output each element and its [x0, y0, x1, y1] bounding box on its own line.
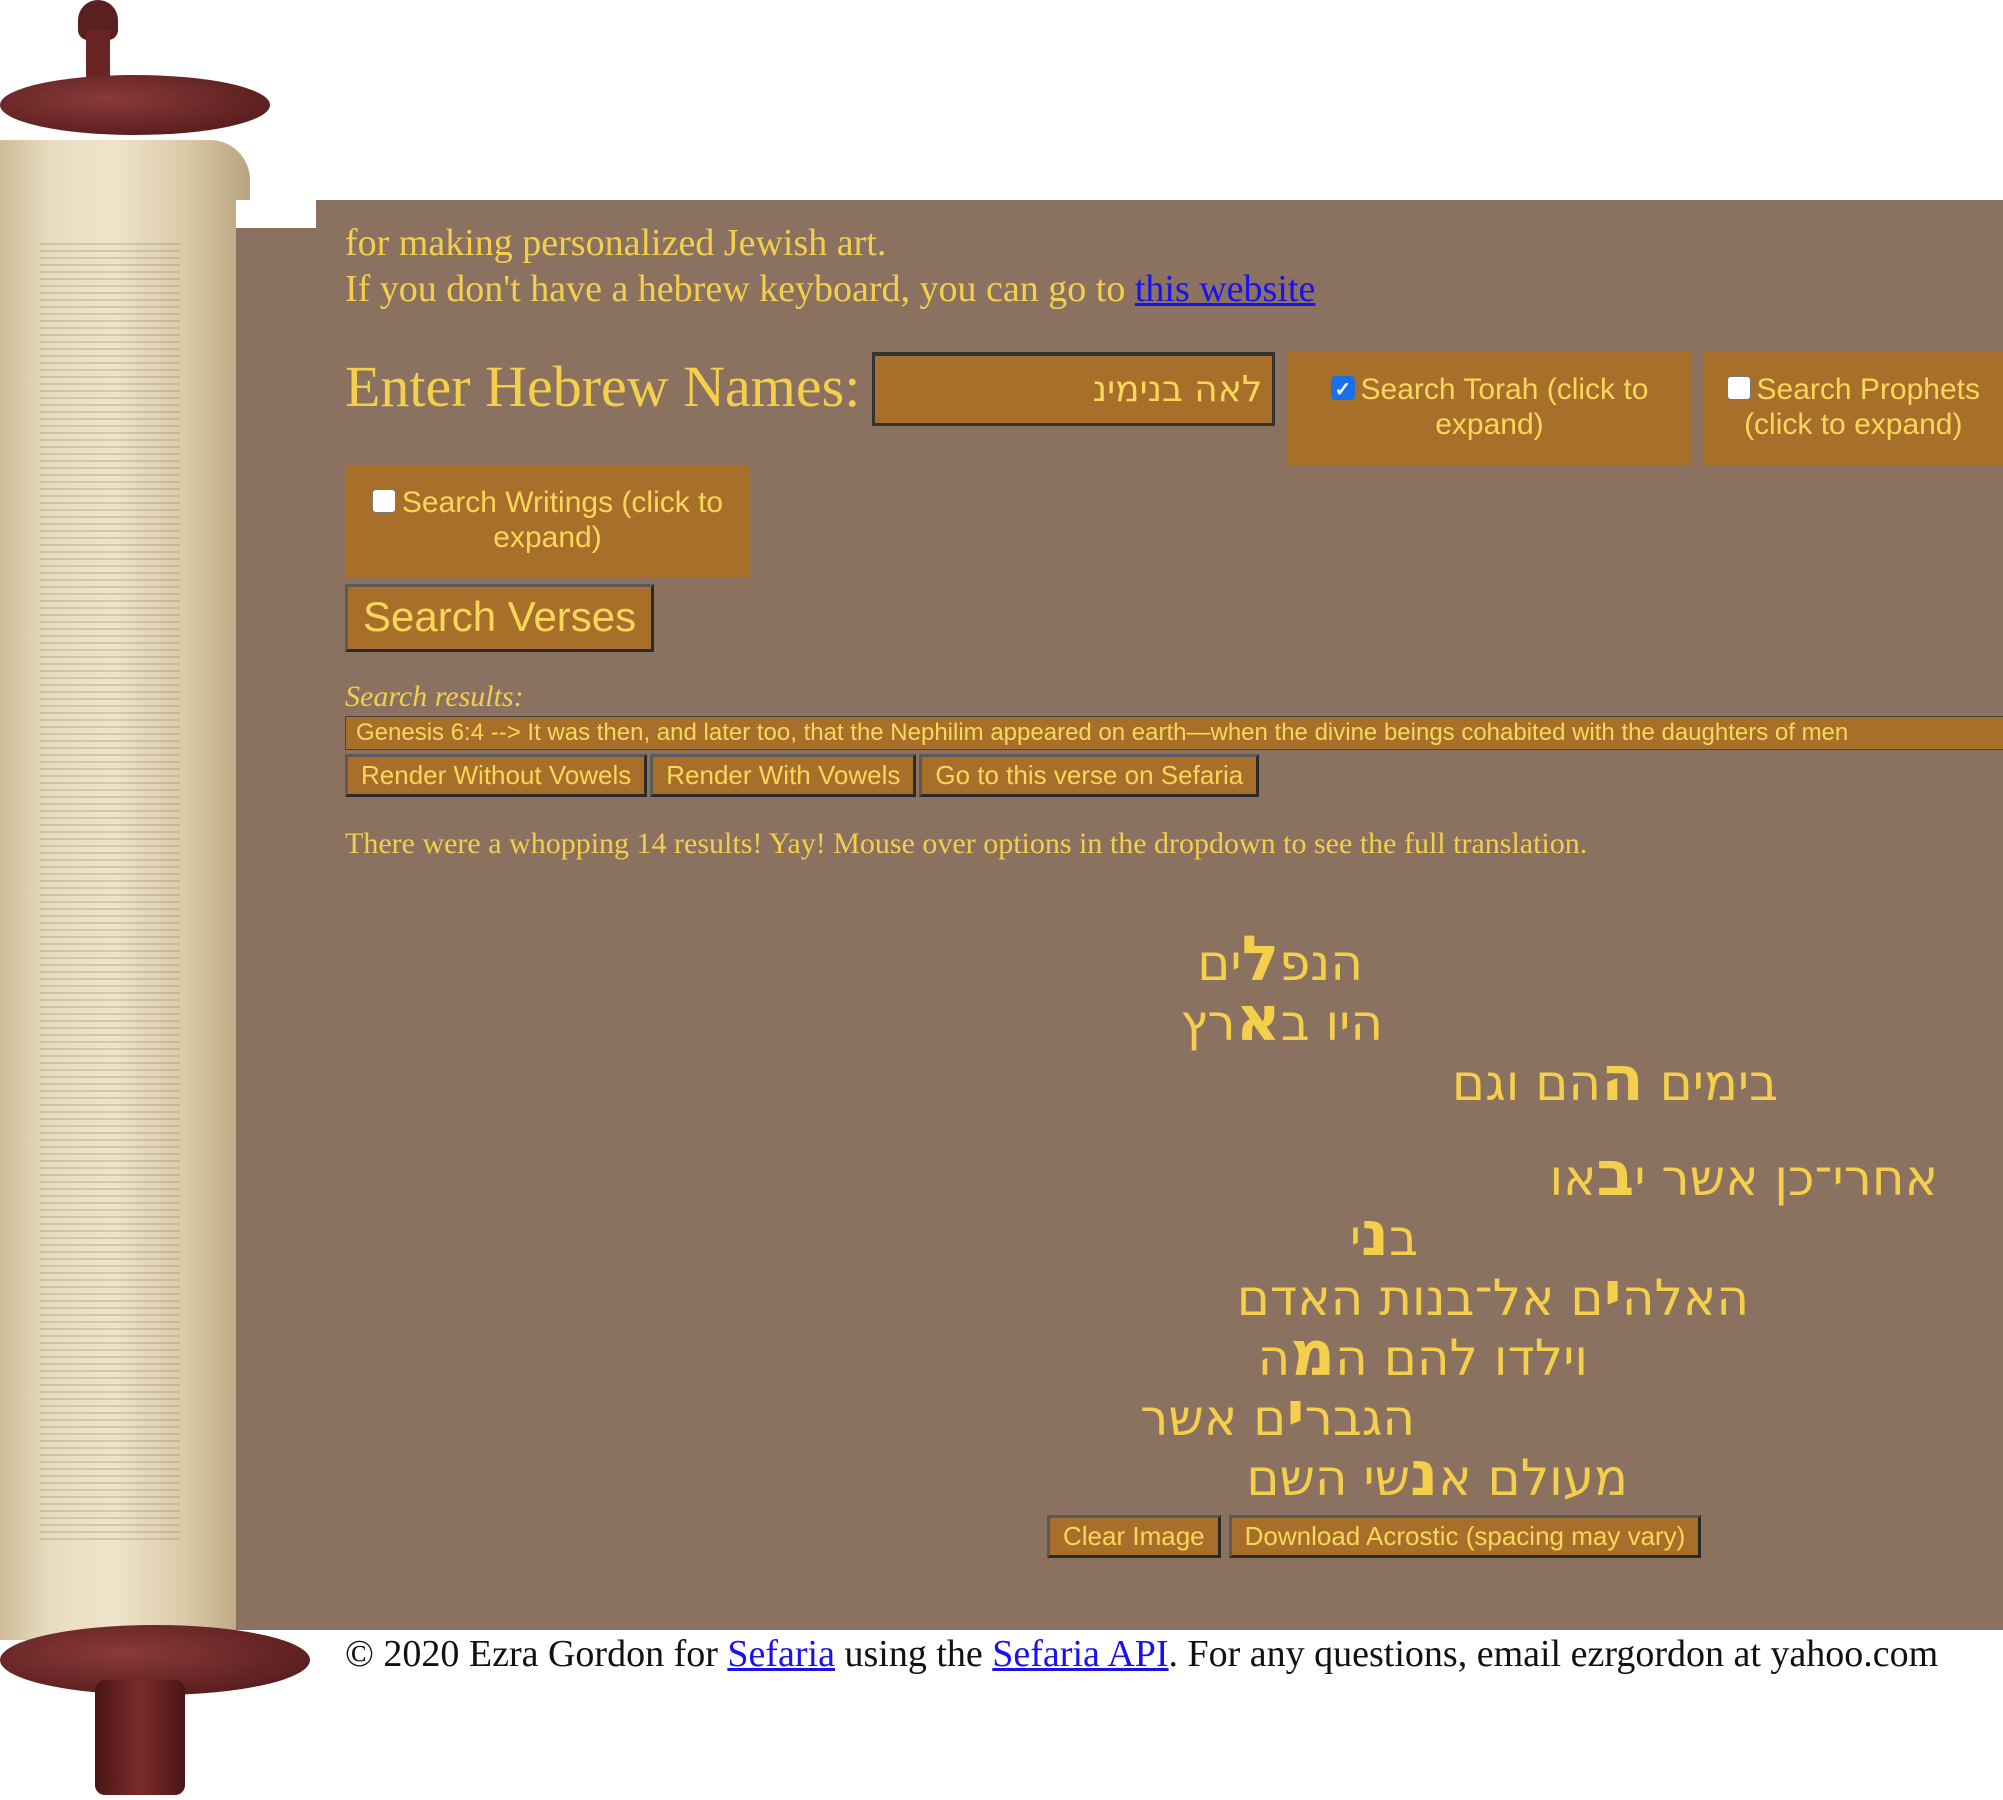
writings-checkbox-label[interactable]: Search Writings (click to expand) — [402, 486, 723, 554]
acrostic-text: היו ב — [1280, 994, 1383, 1052]
acrostic-highlight-letter: נ — [1410, 1437, 1439, 1510]
acrostic-text: וילדו להם ה — [1335, 1329, 1588, 1387]
footer-middle: using the — [834, 1633, 993, 1675]
intro-line-2-prefix: If you don't have a hebrew keyboard, you… — [345, 268, 1135, 310]
writings-checkbox-card[interactable]: Search Writings (click to expand) — [345, 465, 750, 578]
acrostic-line: היו בארץ — [1180, 988, 1383, 1053]
acrostic-line: מעולם אנשי השם — [1246, 1443, 1628, 1508]
prophets-checkbox[interactable] — [1726, 376, 1751, 401]
acrostic-text: האלה — [1621, 1269, 1749, 1327]
acrostic-line: אחרי־כן אשר יבאו — [1549, 1143, 1939, 1208]
names-label: Enter Hebrew Names: — [345, 354, 861, 419]
acrostic-actions: Clear Image Download Acrostic (spacing m… — [1047, 1515, 1709, 1558]
acrostic-text: שי השם — [1246, 1449, 1411, 1507]
acrostic-highlight-letter: נ — [1361, 1197, 1390, 1270]
acrostic-highlight-letter: א — [1235, 982, 1281, 1055]
acrostic-text: י — [1349, 1209, 1361, 1267]
result-actions: Render Without Vowels Render With Vowels… — [345, 754, 2003, 797]
acrostic-text: או — [1549, 1149, 1597, 1207]
render-without-vowels-button[interactable]: Render Without Vowels — [345, 754, 648, 797]
prophets-checkbox-card[interactable]: Search Prophets (click to expand) — [1703, 352, 2003, 465]
names-row: Enter Hebrew Names: Search Torah (click … — [345, 352, 2003, 465]
acrostic-text: ב — [1389, 1209, 1418, 1267]
acrostic-text: ם אשר — [1140, 1389, 1287, 1447]
search-results-dropdown[interactable]: Genesis 6:4 --> It was then, and later t… — [345, 716, 2003, 750]
footer-suffix: . For any questions, email ezrgordon at … — [1168, 1633, 1939, 1675]
acrostic-line: בימים ההם וגם — [1451, 1048, 1778, 1113]
scroll-top-disc — [0, 75, 270, 135]
render-with-vowels-button[interactable]: Render With Vowels — [650, 754, 917, 797]
intro-line-2: If you don't have a hebrew keyboard, you… — [345, 266, 2003, 312]
acrostic-line: בני — [1349, 1203, 1418, 1268]
torah-checkbox[interactable] — [1330, 373, 1355, 408]
acrostic-text: רץ — [1180, 994, 1236, 1052]
acrostic-text: הנפ — [1279, 934, 1363, 992]
go-to-sefaria-button[interactable]: Go to this verse on Sefaria — [919, 754, 1260, 797]
torah-checkbox-label[interactable]: Search Torah (click to expand) — [1361, 373, 1649, 441]
footer-prefix: © 2020 Ezra Gordon for — [345, 1633, 728, 1675]
acrostic-text: בימים — [1643, 1054, 1778, 1112]
writings-checkbox[interactable] — [371, 489, 396, 514]
acrostic-text: הם וגם — [1451, 1054, 1602, 1112]
download-acrostic-button[interactable]: Download Acrostic (spacing may vary) — [1228, 1515, 1702, 1558]
acrostic-line: וילדו להם המה — [1258, 1323, 1588, 1388]
acrostic-highlight-letter: י — [1603, 1257, 1622, 1330]
hebrew-names-input[interactable] — [872, 352, 1276, 426]
keyboard-website-link[interactable]: this website — [1135, 268, 1315, 310]
clear-image-button[interactable]: Clear Image — [1047, 1515, 1221, 1558]
scroll-bottom-stem — [95, 1680, 185, 1795]
torah-checkbox-card[interactable]: Search Torah (click to expand) — [1287, 352, 1692, 465]
acrostic-text: מעולם א — [1438, 1449, 1628, 1507]
acrostic-highlight-letter: ב — [1596, 1137, 1635, 1210]
acrostic-text: אחרי־כן אשר י — [1634, 1149, 1938, 1207]
acrostic-highlight-letter: י — [1286, 1377, 1305, 1450]
acrostic-text: הגבר — [1304, 1389, 1415, 1447]
scroll-parchment — [0, 140, 250, 1640]
search-results-label: Search results: — [345, 680, 524, 713]
sefaria-api-link[interactable]: Sefaria API — [992, 1633, 1168, 1675]
sefaria-link[interactable]: Sefaria — [727, 1633, 835, 1675]
search-verses-button[interactable]: Search Verses — [345, 584, 655, 652]
acrostic-highlight-letter: ה — [1601, 1042, 1644, 1115]
footer: © 2020 Ezra Gordon for Sefaria using the… — [345, 1632, 1938, 1676]
intro-line-1: for making personalized Jewish art. — [345, 222, 887, 264]
panel-notch — [236, 200, 316, 228]
prophets-checkbox-label[interactable]: Search Prophets (click to expand) — [1744, 373, 1980, 441]
results-summary: There were a whopping 14 results! Yay! M… — [345, 827, 1588, 860]
acrostic-line: הגברים אשר — [1140, 1383, 1415, 1448]
main-content: for making personalized Jewish art. If y… — [345, 220, 2003, 861]
